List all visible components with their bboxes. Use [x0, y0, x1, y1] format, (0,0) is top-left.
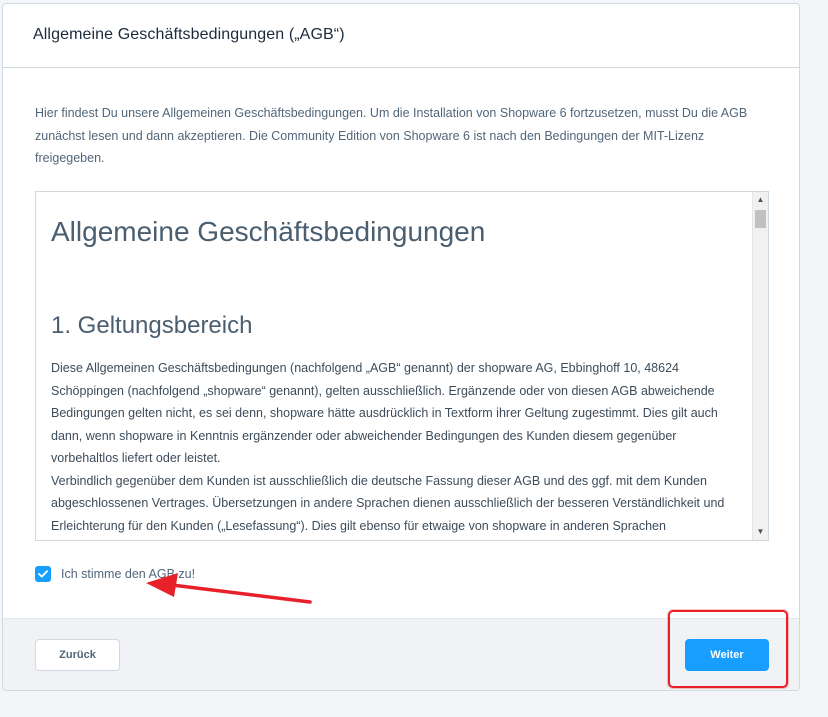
scrollbar-thumb[interactable]: [755, 210, 766, 228]
consent-row[interactable]: Ich stimme den AGB zu!: [35, 565, 195, 583]
intro-text: Hier findest Du unsere Allgemeinen Gesch…: [35, 106, 748, 165]
terms-heading: Allgemeine Geschäftsbedingungen: [51, 216, 486, 247]
page-title: Allgemeine Geschäftsbedingungen („AGB“): [33, 26, 345, 43]
terms-body-text: Diese Allgemeinen Geschäftsbedingungen (…: [51, 361, 725, 533]
consent-label[interactable]: Ich stimme den AGB zu!: [61, 567, 195, 581]
card-header: Allgemeine Geschäftsbedingungen („AGB“): [3, 4, 799, 68]
checkmark-icon: [38, 570, 48, 578]
arrow-down-icon[interactable]: ▼: [753, 524, 768, 540]
arrow-up-icon[interactable]: ▲: [753, 192, 768, 208]
next-button-highlight: [668, 610, 788, 688]
consent-checkbox[interactable]: [35, 566, 51, 582]
terms-scrollbar[interactable]: ▲ ▼: [752, 192, 768, 540]
terms-scroll-box[interactable]: Allgemeine Geschäftsbedingungen 1. Geltu…: [35, 191, 769, 541]
back-button[interactable]: Zurück: [35, 639, 120, 671]
terms-section-heading: 1. Geltungsbereich: [51, 312, 253, 339]
terms-card: Allgemeine Geschäftsbedingungen („AGB“) …: [2, 3, 800, 691]
